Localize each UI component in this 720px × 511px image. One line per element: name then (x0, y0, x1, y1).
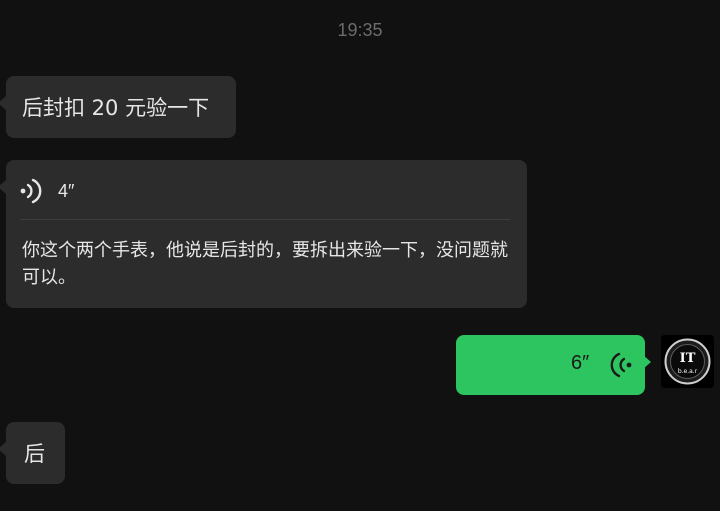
message-text: 后封扣 20 元验一下 (22, 96, 210, 120)
svg-text:b.e.a.r: b.e.a.r (678, 368, 698, 375)
incoming-text-bubble[interactable]: 后封扣 20 元验一下 (6, 76, 236, 138)
voice-duration: 4″ (58, 180, 75, 201)
incoming-text-bubble[interactable]: 后 (6, 422, 65, 484)
it-bear-logo: IT b.e.a.r (661, 335, 714, 388)
bubble-tail (643, 355, 651, 369)
voice-play-control[interactable]: 4″ (20, 176, 74, 206)
voice-duration: 6″ (571, 352, 590, 374)
avatar[interactable]: IT b.e.a.r (661, 335, 714, 388)
transcript-divider (20, 219, 510, 220)
message-timestamp: 19:35 (337, 20, 383, 40)
voice-transcript: 你这个两个手表，他说是后封的，要拆出来验一下，没问题就可以。 (22, 240, 508, 288)
message-text: 后 (24, 442, 45, 466)
svg-text:IT: IT (680, 351, 696, 366)
voice-wave-icon (20, 178, 42, 204)
voice-wave-icon (610, 352, 632, 378)
